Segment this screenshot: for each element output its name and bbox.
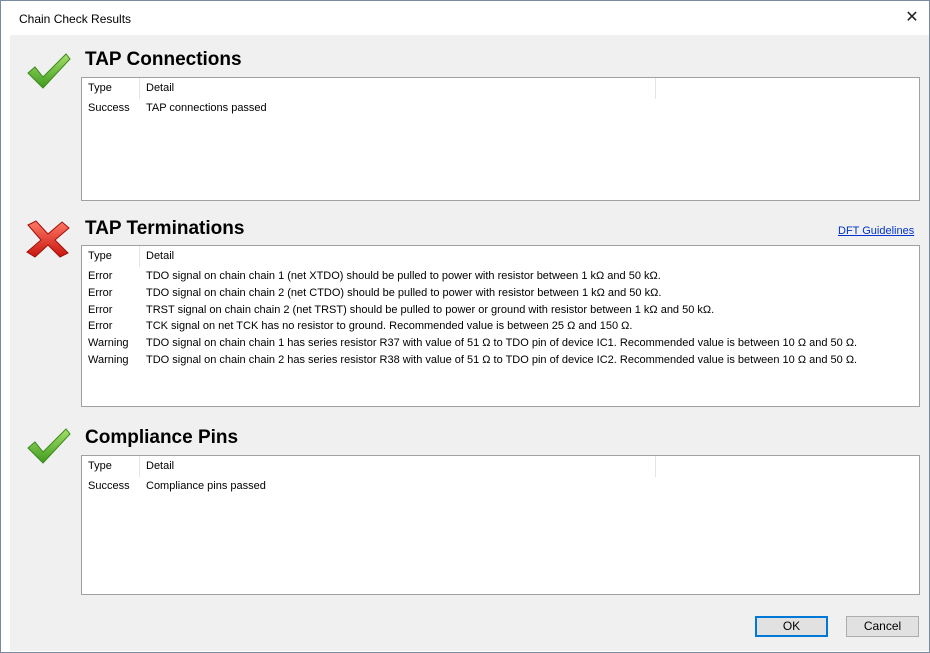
column-header-detail[interactable]: Detail — [140, 246, 919, 267]
tap-terminations-title: TAP Terminations — [85, 218, 245, 239]
row-type: Success — [88, 480, 130, 492]
row-detail: TRST signal on chain chain 2 (net TRST) … — [146, 303, 715, 316]
row-type: Error — [88, 270, 113, 282]
row-type: Error — [88, 303, 113, 316]
list-header: Type Detail — [82, 456, 919, 477]
window-title: Chain Check Results — [19, 12, 132, 26]
list-header: Type Detail — [82, 78, 919, 99]
row-detail: TCK signal on net TCK has no resistor to… — [146, 320, 633, 333]
chain-check-results-dialog: Chain Check Results ✕ TAP Connections Ty… — [0, 0, 930, 653]
list-item[interactable]: Error TCK signal on net TCK has no resis… — [82, 318, 919, 335]
check-icon — [27, 428, 71, 464]
list-header: Type Detail — [82, 246, 919, 267]
row-detail: TDO signal on chain chain 2 (net CTDO) s… — [146, 286, 662, 299]
row-type: Warning — [88, 353, 129, 366]
row-detail: TDO signal on chain chain 1 has series r… — [146, 337, 858, 350]
list-item[interactable]: Success TAP connections passed — [82, 100, 919, 117]
list-item[interactable]: Error TRST signal on chain chain 2 (net … — [82, 302, 919, 319]
list-body: Success Compliance pins passed — [82, 478, 919, 495]
check-icon — [27, 53, 71, 89]
ok-button[interactable]: OK — [755, 616, 828, 637]
column-header-detail[interactable]: Detail — [140, 78, 656, 99]
title-bar: Chain Check Results ✕ — [1, 1, 929, 35]
compliance-pins-list[interactable]: Type Detail Success Compliance pins pass… — [81, 455, 920, 595]
list-item[interactable]: Warning TDO signal on chain chain 1 has … — [82, 335, 919, 352]
cancel-button[interactable]: Cancel — [846, 616, 919, 637]
column-header-detail[interactable]: Detail — [140, 456, 656, 477]
dft-guidelines-link[interactable]: DFT Guidelines — [838, 225, 914, 237]
list-body: Error TDO signal on chain chain 1 (net X… — [82, 268, 919, 369]
compliance-pins-title: Compliance Pins — [85, 427, 239, 448]
list-item[interactable]: Error TDO signal on chain chain 1 (net X… — [82, 268, 919, 285]
list-item[interactable]: Success Compliance pins passed — [82, 478, 919, 495]
list-item[interactable]: Warning TDO signal on chain chain 2 has … — [82, 352, 919, 369]
list-body: Success TAP connections passed — [82, 100, 919, 117]
column-header-type[interactable]: Type — [82, 456, 140, 477]
row-type: Success — [88, 102, 130, 114]
row-type: Error — [88, 286, 113, 299]
dialog-client-area: TAP Connections Type Detail Success TAP … — [10, 35, 929, 651]
row-detail: Compliance pins passed — [146, 480, 266, 492]
row-detail: TAP connections passed — [146, 102, 267, 114]
row-type: Error — [88, 320, 113, 333]
row-detail: TDO signal on chain chain 1 (net XTDO) s… — [146, 270, 661, 282]
row-detail: TDO signal on chain chain 2 has series r… — [146, 353, 858, 366]
close-button[interactable]: ✕ — [901, 7, 923, 29]
tap-terminations-list[interactable]: Type Detail Error TDO signal on chain ch… — [81, 245, 920, 407]
row-type: Warning — [88, 337, 129, 350]
column-header-type[interactable]: Type — [82, 78, 140, 99]
column-header-type[interactable]: Type — [82, 246, 140, 267]
tap-connections-title: TAP Connections — [85, 49, 242, 70]
tap-connections-list[interactable]: Type Detail Success TAP connections pass… — [81, 77, 920, 201]
cross-icon — [26, 220, 70, 258]
list-item[interactable]: Error TDO signal on chain chain 2 (net C… — [82, 285, 919, 302]
